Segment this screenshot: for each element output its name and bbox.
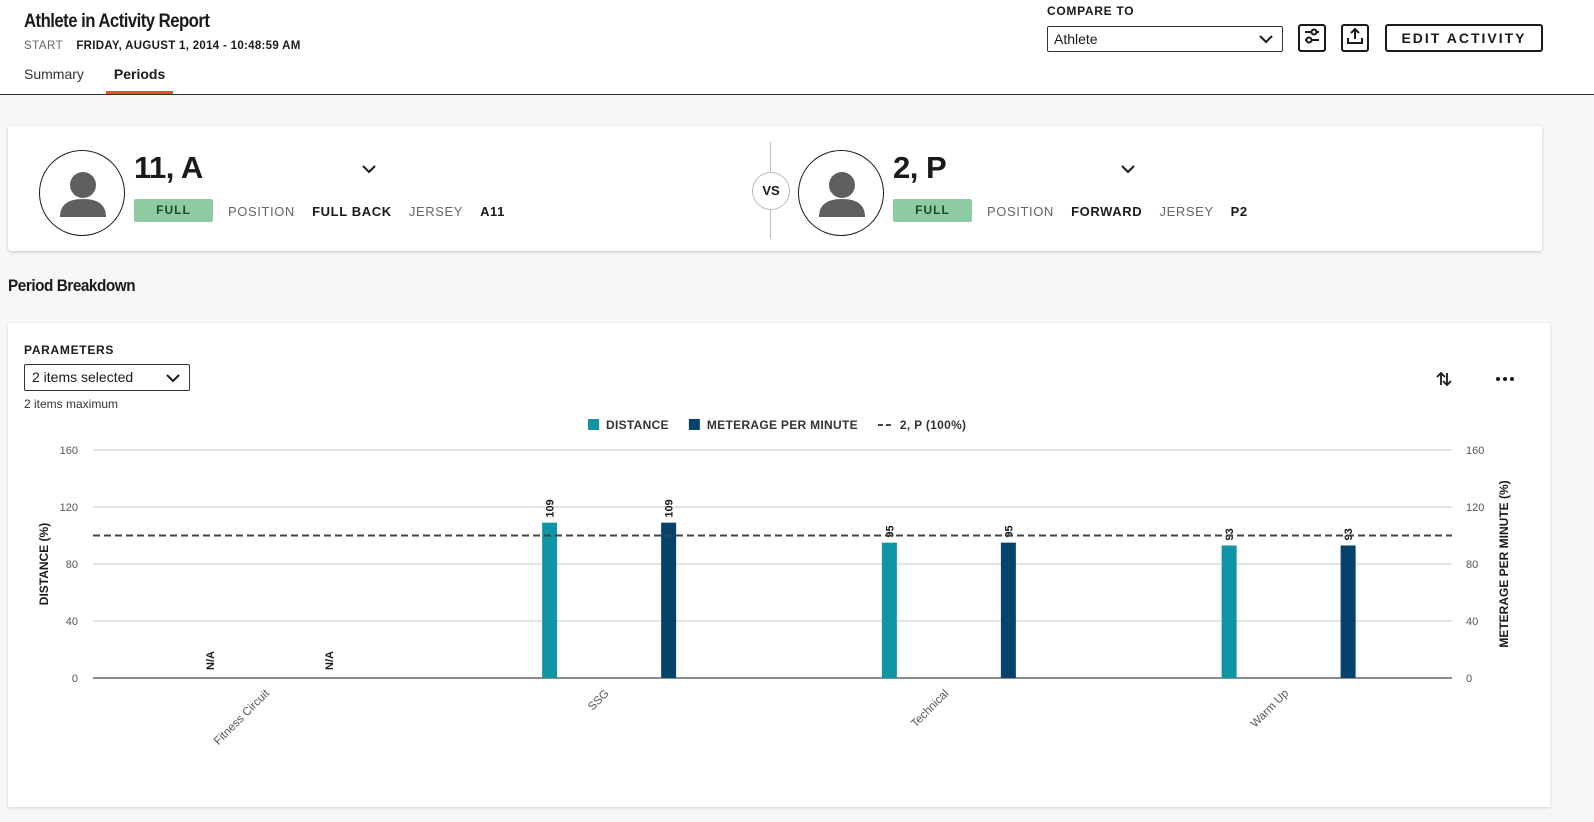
position-label: POSITION — [228, 204, 295, 219]
position-value: FULL BACK — [312, 204, 392, 219]
bar-meterage-per-minute — [1000, 542, 1016, 678]
athlete-comparison-card: 11, A FULL POSITION FULL BACK JERSEY A11… — [8, 126, 1542, 251]
y2-tick-label: 40 — [1466, 616, 1478, 628]
period-bar-chart: 0 0 40 40 80 80 120 120 160 160 DISTANCE (%) METERA… — [37, 418, 1511, 748]
page-title: Athlete in Activity Report — [24, 11, 210, 32]
x-tick-label: Warm Up — [1249, 688, 1292, 731]
jersey-value: A11 — [480, 204, 505, 219]
athlete-primary: 11, A FULL POSITION FULL BACK JERSEY A11 — [8, 126, 748, 251]
jersey-value: P2 — [1230, 204, 1248, 219]
athlete-name: 11, A — [134, 150, 203, 185]
y-tick-label: 120 — [60, 502, 78, 514]
compare-to-select[interactable]: Athlete — [1047, 26, 1283, 52]
period-breakdown-card: PARAMETERS 2 items selected 2 items maxi… — [8, 323, 1550, 807]
sliders-icon — [1303, 28, 1321, 49]
report-header: Athlete in Activity Report START FRIDAY,… — [0, 0, 1594, 95]
section-title: Period Breakdown — [8, 276, 136, 295]
bar-meterage-per-minute — [1340, 545, 1356, 678]
avatar — [798, 150, 884, 236]
y2-tick-label: 80 — [1466, 559, 1478, 571]
legend-swatch — [688, 419, 700, 430]
legend-label: METERAGE PER MINUTE — [707, 418, 858, 432]
chevron-down-icon — [1258, 32, 1274, 48]
y2-tick-label: 160 — [1466, 445, 1484, 457]
bar-distance — [881, 542, 897, 678]
bar-distance — [542, 522, 558, 678]
chevron-down-icon[interactable] — [1120, 162, 1136, 180]
start-row: START FRIDAY, AUGUST 1, 2014 - 10:48:59 … — [24, 40, 301, 52]
bar-distance — [1221, 545, 1237, 678]
y-tick-label: 80 — [66, 559, 78, 571]
bar-data-label: N/A — [205, 651, 217, 670]
legend-label: 2, P (100%) — [900, 418, 966, 432]
athlete-meta: POSITION FORWARD JERSEY P2 — [987, 204, 1248, 219]
position-label: POSITION — [987, 204, 1054, 219]
compare-to-value: Athlete — [1054, 31, 1098, 47]
y-axis-title: DISTANCE (%) — [37, 523, 51, 605]
user-icon — [819, 172, 865, 217]
bar-data-label: 93 — [1224, 528, 1236, 540]
x-tick-label: Technical — [909, 688, 951, 730]
status-badge: FULL — [134, 199, 213, 222]
status-badge: FULL — [893, 199, 972, 222]
y2-axis-title: METERAGE PER MINUTE (%) — [1497, 480, 1511, 647]
y-tick-label: 0 — [72, 673, 78, 685]
start-value: FRIDAY, AUGUST 1, 2014 - 10:48:59 AM — [76, 40, 301, 52]
legend-label: DISTANCE — [606, 418, 669, 432]
tab-bar: Summary Periods — [24, 66, 203, 94]
jersey-label: JERSEY — [1159, 204, 1214, 219]
chevron-down-icon[interactable] — [361, 162, 377, 180]
export-icon — [1346, 27, 1364, 50]
bar-data-label: 109 — [664, 499, 676, 517]
start-label: START — [24, 40, 64, 52]
bar-data-label: 93 — [1343, 528, 1355, 540]
athlete-compare: 2, P FULL POSITION FORWARD JERSEY P2 — [767, 126, 1527, 251]
edit-activity-button[interactable]: EDIT ACTIVITY — [1385, 24, 1543, 52]
user-icon — [60, 172, 106, 217]
y-tick-label: 40 — [66, 616, 78, 628]
settings-button[interactable] — [1298, 24, 1326, 52]
athlete-name: 2, P — [893, 150, 947, 185]
bar-meterage-per-minute — [661, 522, 677, 678]
bar-data-label: 109 — [545, 499, 557, 517]
tab-summary[interactable]: Summary — [24, 66, 84, 94]
legend-swatch — [588, 419, 599, 430]
position-value: FORWARD — [1071, 204, 1143, 219]
x-tick-label: Fitness Circuit — [212, 687, 273, 748]
athlete-meta: POSITION FULL BACK JERSEY A11 — [228, 204, 505, 219]
compare-to-label: COMPARE TO — [1047, 4, 1135, 18]
tab-periods[interactable]: Periods — [105, 66, 174, 94]
avatar — [39, 150, 125, 236]
x-tick-label: SSG — [586, 688, 612, 714]
y-tick-label: 160 — [60, 445, 78, 457]
export-button[interactable] — [1341, 24, 1369, 52]
y2-tick-label: 120 — [1466, 502, 1484, 514]
y2-tick-label: 0 — [1466, 673, 1472, 685]
bar-data-label: N/A — [324, 651, 336, 670]
jersey-label: JERSEY — [408, 204, 463, 219]
